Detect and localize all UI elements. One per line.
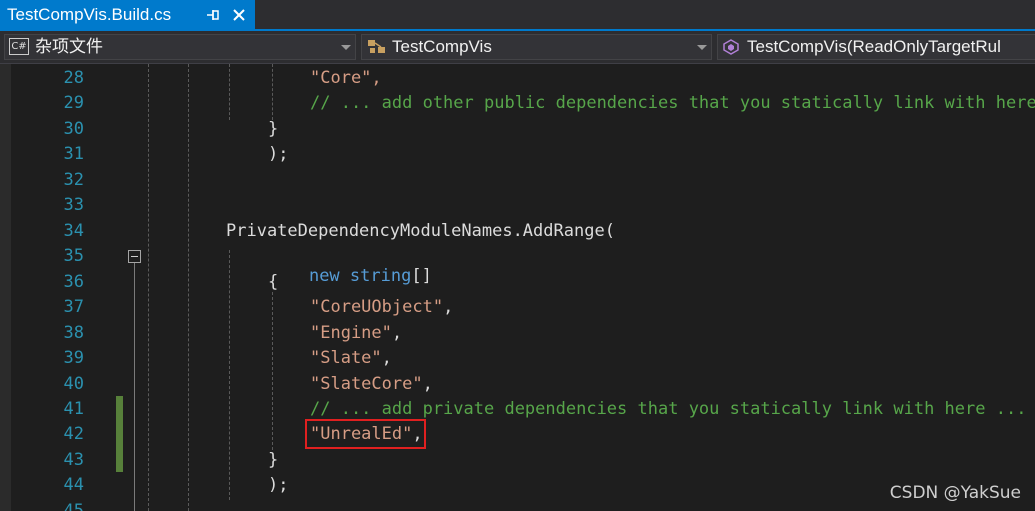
string-literal: "CoreUObject" <box>310 297 444 317</box>
navigation-bar: C# 杂项文件 TestCompVis TestCompVis(ReadOnly… <box>0 31 1035 64</box>
line-number: 31 <box>63 144 84 164</box>
close-icon[interactable] <box>230 6 248 24</box>
code-line-30: } <box>268 119 279 139</box>
code-line-38: "Engine", <box>310 323 402 343</box>
indent-guide <box>229 250 230 500</box>
string-literal: "Engine" <box>310 323 392 343</box>
indent-guide <box>272 64 273 120</box>
chevron-down-icon <box>697 45 707 50</box>
change-indicator-bar <box>116 396 123 472</box>
line-number: 32 <box>63 170 84 190</box>
code-line-31: ); <box>268 144 289 164</box>
string-literal: "Slate" <box>310 348 382 368</box>
outline-line <box>134 263 135 511</box>
collapse-icon[interactable] <box>128 250 141 263</box>
indent-guide <box>229 64 230 120</box>
line-number: 30 <box>63 119 84 139</box>
code-line-39: "Slate", <box>310 348 392 368</box>
line-number: 44 <box>63 475 84 495</box>
line-number: 41 <box>63 399 84 419</box>
document-tab-strip: TestCompVis.Build.cs <box>0 0 1035 31</box>
method-icon <box>723 39 739 55</box>
line-number: 34 <box>63 221 84 241</box>
csharp-file-icon: C# <box>9 38 29 55</box>
line-number: 40 <box>63 374 84 394</box>
member-dropdown[interactable]: TestCompVis(ReadOnlyTargetRul <box>717 34 1035 60</box>
indent-guide <box>188 64 189 511</box>
line-number: 33 <box>63 195 84 215</box>
comma: , <box>443 297 454 317</box>
comma: , <box>391 323 403 343</box>
tab-title: TestCompVis.Build.cs <box>7 5 172 24</box>
comma: , <box>381 348 392 368</box>
chevron-down-icon <box>341 45 351 50</box>
code-line-43: } <box>268 450 279 470</box>
editor-margin <box>0 64 11 511</box>
line-number: 38 <box>63 323 84 343</box>
line-number: 45 <box>63 501 84 511</box>
keyword-string: string <box>349 266 412 286</box>
string-literal: "SlateCore" <box>310 374 423 394</box>
indent-guide <box>272 292 273 450</box>
line-number: 43 <box>63 450 84 470</box>
highlight-annotation-box <box>305 419 426 449</box>
indent-guide <box>148 64 149 511</box>
code-line-36: { <box>268 272 279 292</box>
line-number: 36 <box>63 272 84 292</box>
type-dropdown[interactable]: TestCompVis <box>361 34 712 60</box>
type-dropdown-label: TestCompVis <box>392 37 492 56</box>
code-line-34: PrivateDependencyModuleNames.AddRange( <box>226 221 615 241</box>
project-dropdown[interactable]: C# 杂项文件 <box>4 34 356 60</box>
line-number: 28 <box>63 68 84 88</box>
line-number: 42 <box>63 424 84 444</box>
member-dropdown-label: TestCompVis(ReadOnlyTargetRul <box>747 37 1001 56</box>
line-number: 37 <box>63 297 84 317</box>
watermark: CSDN @YakSue <box>889 483 1021 503</box>
comma: , <box>422 374 433 394</box>
code-line-37: "CoreUObject", <box>310 297 453 317</box>
code-editor[interactable]: 28 29 30 31 32 33 34 35 36 37 38 39 40 4… <box>0 64 1035 511</box>
line-number: 29 <box>63 93 84 113</box>
project-dropdown-label: 杂项文件 <box>35 37 103 56</box>
tab-testcompvis-build-cs[interactable]: TestCompVis.Build.cs <box>0 0 255 29</box>
keyword-new: new <box>308 266 340 286</box>
code-line-41: // ... add private dependencies that you… <box>310 399 1027 419</box>
code-line-44: ); <box>268 475 289 495</box>
pin-icon[interactable] <box>204 6 222 24</box>
brackets: [] <box>411 266 432 286</box>
code-line-40: "SlateCore", <box>310 374 433 394</box>
line-number: 39 <box>63 348 84 368</box>
code-line-29: // ... add other public dependencies tha… <box>310 93 1035 113</box>
line-number: 35 <box>63 246 84 266</box>
class-icon <box>368 40 385 53</box>
code-line-28: "Core", <box>310 68 382 88</box>
